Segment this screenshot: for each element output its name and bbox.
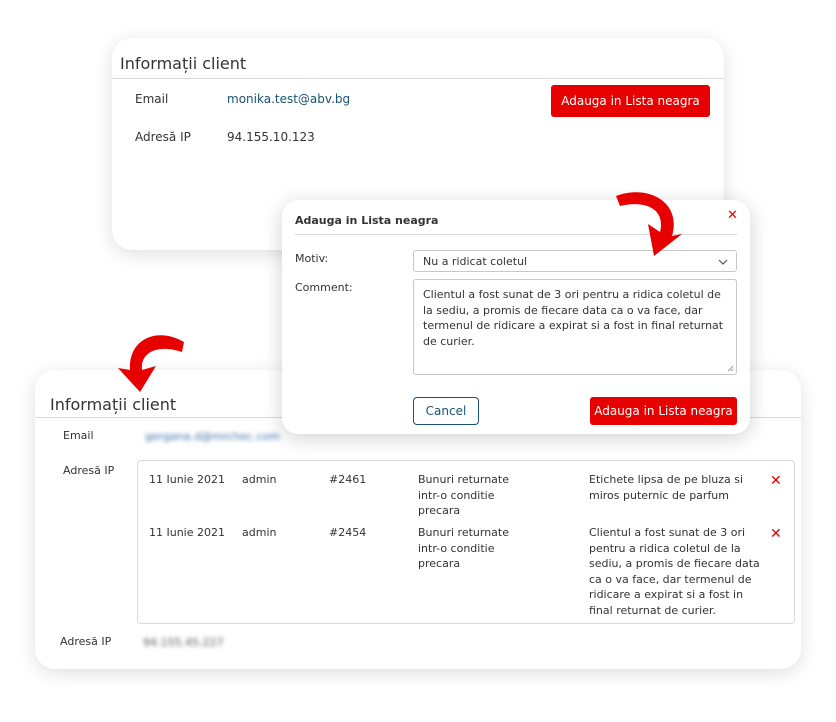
comment-label: Comment: [295,281,353,294]
email-label: Email [63,429,94,442]
card-title: Informații client [112,54,724,79]
history-order[interactable]: #2461 [329,472,366,488]
close-icon[interactable]: ✕ [727,208,738,222]
history-comment: Etichete lipsa de pe bluza si miros pute… [589,473,744,502]
curved-arrow-icon [616,192,682,256]
add-to-blacklist-button[interactable]: Adauga in Lista neagra [551,85,710,117]
motiv-label: Motiv: [295,252,329,265]
submit-blacklist-button[interactable]: Adauga in Lista neagra [590,397,737,425]
history-date: 11 Iunie 2021 [149,473,225,486]
ip-label: Adresă IP [135,130,191,144]
motiv-select[interactable]: Nu a ridicat coletul [413,250,737,272]
delete-icon[interactable]: ✕ [770,526,782,540]
history-reason: Bunuri returnate intr-o conditie precara [418,526,509,570]
modal-title: Adauga in Lista neagra [295,214,439,227]
ip-label: Adresă IP [60,635,112,648]
ip-value: 94.155.10.123 [227,130,315,144]
comment-textarea-value: Clientul a fost sunat de 3 ori pentru a … [423,288,724,348]
ip-value: 94.155.45.227 [143,636,224,649]
blacklist-history-table: 11 Iunie 2021 admin #2461 Bunuri returna… [137,460,795,624]
comment-textarea[interactable]: Clientul a fost sunat de 3 ori pentru a … [413,279,737,375]
chevron-down-icon [718,259,728,265]
resize-handle-icon[interactable] [727,365,734,372]
email-value: gergana.d@mrchec.com [145,430,280,443]
history-user: admin [242,526,277,539]
curved-arrow-icon [118,335,184,392]
email-label: Email [135,92,169,106]
history-order[interactable]: #2454 [329,525,366,541]
history-date: 11 Iunie 2021 [149,526,225,539]
history-comment: Clientul a fost sunat de 3 ori pentru a … [589,526,760,617]
delete-icon[interactable]: ✕ [770,473,782,487]
cancel-button[interactable]: Cancel [413,397,479,425]
history-reason: Bunuri returnate intr-o conditie precara [418,473,509,517]
email-value[interactable]: monika.test@abv.bg [227,92,350,106]
history-user: admin [242,473,277,486]
history-label: Adresă IP [63,464,115,477]
motiv-select-value: Nu a ridicat coletul [423,254,528,268]
